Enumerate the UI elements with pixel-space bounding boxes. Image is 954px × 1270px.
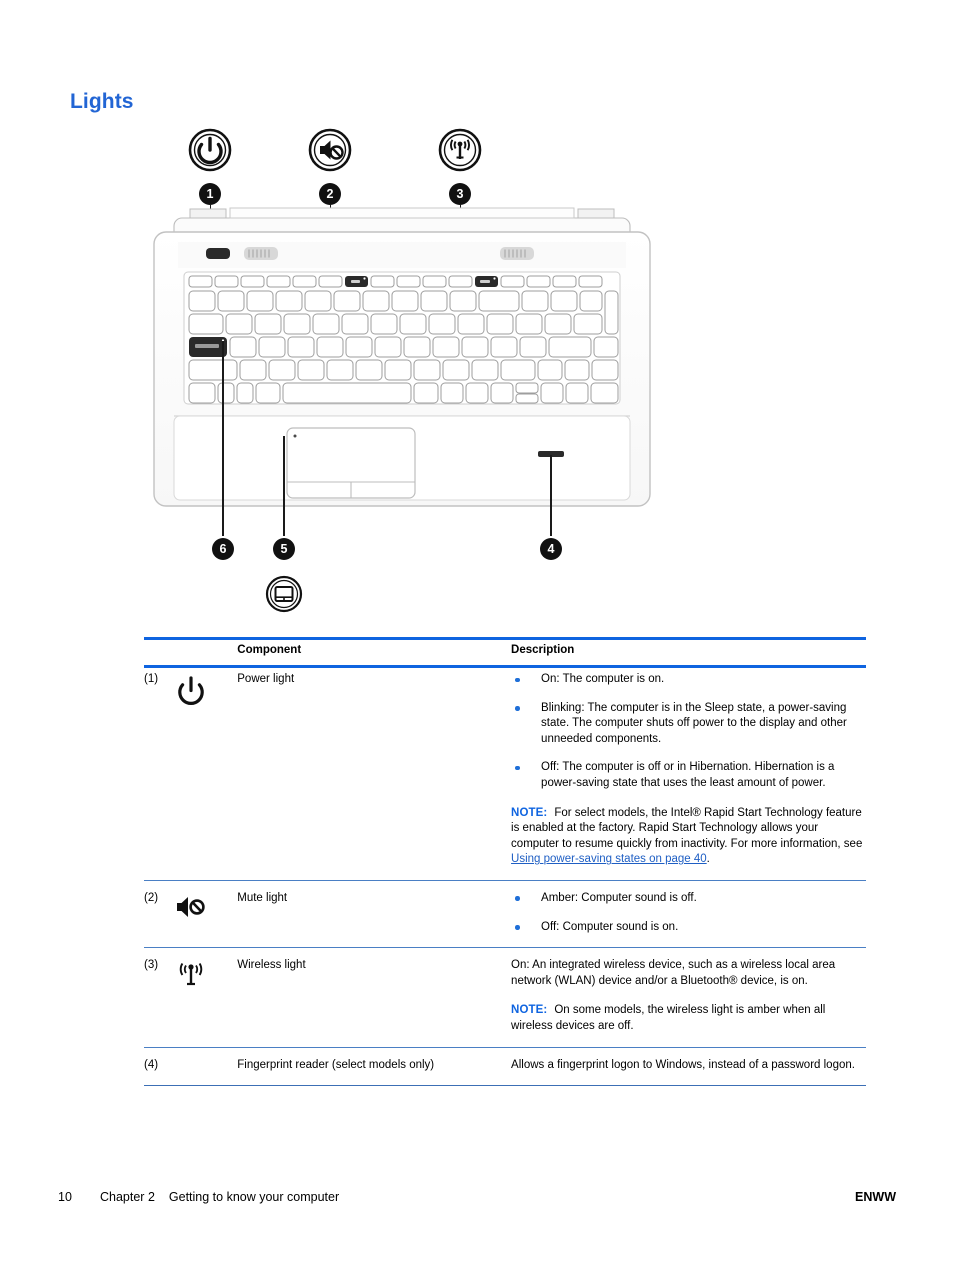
table-row: (3) Wireless light On: An integrated wir…: [144, 948, 866, 1047]
table-row: (2) Mute light Amber: Computer sound is …: [144, 881, 866, 948]
row-icon-cell: [174, 662, 237, 880]
note-text: On some models, the wireless light is am…: [511, 1004, 826, 1032]
note-block: NOTE: For select models, the Intel® Rapid…: [511, 806, 866, 868]
callout-1: 1: [199, 183, 221, 205]
list-item: Off: Computer sound is on.: [511, 920, 866, 936]
row-number: (2): [144, 891, 159, 904]
description-paragraph: Allows a fingerprint logon to Windows, i…: [511, 1058, 855, 1071]
wireless-light-icon: [438, 128, 482, 172]
list-item: On: The computer is on.: [511, 672, 866, 688]
document-page: Lights 1 2 3 6 5 4 Component Description…: [0, 0, 954, 1270]
components-table: Component Description (1) Power light On…: [144, 637, 866, 1087]
leader-line-4: [550, 455, 552, 536]
list-item: Amber: Computer sound is off.: [511, 891, 866, 907]
row-description: On: The computer is on. Blinking: The co…: [511, 662, 866, 880]
header-description: Description: [511, 644, 575, 656]
row-number: (4): [144, 1058, 159, 1071]
leader-line-6: [222, 341, 224, 536]
page-footer: 10 Chapter 2 Getting to know your comput…: [58, 1190, 896, 1204]
header-spacer-num: [144, 637, 174, 662]
callout-2: 2: [319, 183, 341, 205]
power-light-icon: [188, 128, 232, 172]
callout-5: 5: [273, 538, 295, 560]
note-text-tail: .: [706, 853, 710, 866]
row-component-name: Power light: [237, 673, 295, 685]
table-row: (1) Power light On: The computer is on. …: [144, 662, 866, 880]
footer-chapter: Chapter 2: [100, 1190, 155, 1204]
lights-illustration: 1 2 3 6 5 4: [140, 128, 700, 628]
row-number: (1): [144, 673, 159, 685]
callout-4: 4: [540, 538, 562, 560]
list-item: Blinking: The computer is in the Sleep s…: [511, 701, 866, 748]
header-spacer-icon: [174, 637, 237, 662]
table-bottom-rule: [144, 1085, 866, 1087]
callout-3: 3: [449, 183, 471, 205]
note-text: For select models, the Intel® Rapid Star…: [511, 806, 863, 850]
footer-page-number: 10: [58, 1190, 72, 1204]
laptop-illustration: [152, 206, 652, 536]
description-bullet-list: On: The computer is on. Blinking: The co…: [511, 672, 866, 792]
description-bullet-list: Amber: Computer sound is off. Off: Compu…: [511, 891, 866, 935]
footer-chapter-title: Getting to know your computer: [168, 1190, 340, 1204]
header-component: Component: [237, 644, 302, 656]
row-icon-cell: [174, 948, 237, 1047]
row-description: On: An integrated wireless device, such …: [511, 948, 866, 1047]
callout-6: 6: [212, 538, 234, 560]
row-component-name: Fingerprint reader (select models only): [237, 1058, 435, 1071]
mute-icon: [174, 893, 214, 927]
touchpad-icon: [265, 575, 303, 613]
page-title: Lights: [70, 90, 134, 113]
note-block: NOTE: On some models, the wireless light …: [511, 1003, 866, 1034]
power-icon: [174, 674, 214, 708]
row-description: Allows a fingerprint logon to Windows, i…: [511, 1048, 866, 1086]
row-icon-cell: [174, 881, 237, 948]
row-description: Amber: Computer sound is off. Off: Compu…: [511, 881, 866, 948]
row-component-name: Mute light: [237, 891, 288, 904]
description-paragraph: On: An integrated wireless device, such …: [511, 959, 836, 987]
table-row: (4) Fingerprint reader (select models on…: [144, 1048, 866, 1086]
note-label: NOTE:: [511, 806, 548, 819]
footer-locale: ENWW: [855, 1190, 896, 1204]
table-header-row: Component Description: [144, 637, 866, 662]
row-icon-cell: [174, 1048, 237, 1086]
leader-line-5: [283, 436, 285, 536]
cross-reference-link[interactable]: Using power-saving states on page 40: [511, 853, 707, 865]
row-number: (3): [144, 959, 159, 972]
list-item: Off: The computer is off or in Hibernati…: [511, 760, 866, 791]
wireless-icon: [174, 960, 214, 994]
mute-light-icon: [308, 128, 352, 172]
row-component-name: Wireless light: [237, 959, 306, 972]
note-label: NOTE:: [511, 1004, 548, 1017]
